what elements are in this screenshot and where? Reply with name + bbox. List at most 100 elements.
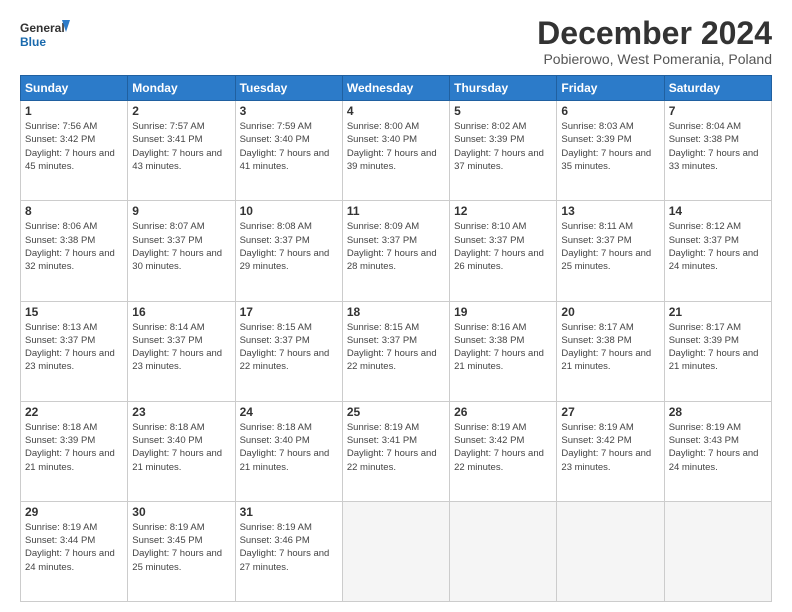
day-info: Sunrise: 8:19 AM Sunset: 3:45 PM Dayligh…	[132, 521, 230, 574]
day-number: 30	[132, 505, 230, 519]
day-number: 22	[25, 405, 123, 419]
calendar-cell: 7 Sunrise: 8:04 AM Sunset: 3:38 PM Dayli…	[664, 101, 771, 201]
day-info: Sunrise: 8:04 AM Sunset: 3:38 PM Dayligh…	[669, 120, 767, 173]
col-wednesday: Wednesday	[342, 76, 449, 101]
day-info: Sunrise: 8:11 AM Sunset: 3:37 PM Dayligh…	[561, 220, 659, 273]
day-number: 5	[454, 104, 552, 118]
logo: General Blue	[20, 16, 70, 54]
day-number: 11	[347, 204, 445, 218]
day-number: 1	[25, 104, 123, 118]
title-block: December 2024 Pobierowo, West Pomerania,…	[537, 16, 772, 67]
day-number: 15	[25, 305, 123, 319]
day-info: Sunrise: 7:56 AM Sunset: 3:42 PM Dayligh…	[25, 120, 123, 173]
calendar-cell: 1 Sunrise: 7:56 AM Sunset: 3:42 PM Dayli…	[21, 101, 128, 201]
calendar-cell: 17 Sunrise: 8:15 AM Sunset: 3:37 PM Dayl…	[235, 301, 342, 401]
day-number: 24	[240, 405, 338, 419]
day-info: Sunrise: 8:08 AM Sunset: 3:37 PM Dayligh…	[240, 220, 338, 273]
calendar-cell: 18 Sunrise: 8:15 AM Sunset: 3:37 PM Dayl…	[342, 301, 449, 401]
calendar-cell: 25 Sunrise: 8:19 AM Sunset: 3:41 PM Dayl…	[342, 401, 449, 501]
calendar-cell: 20 Sunrise: 8:17 AM Sunset: 3:38 PM Dayl…	[557, 301, 664, 401]
day-info: Sunrise: 8:18 AM Sunset: 3:40 PM Dayligh…	[132, 421, 230, 474]
day-number: 17	[240, 305, 338, 319]
day-number: 16	[132, 305, 230, 319]
calendar-week-5: 29 Sunrise: 8:19 AM Sunset: 3:44 PM Dayl…	[21, 501, 772, 601]
day-info: Sunrise: 8:19 AM Sunset: 3:42 PM Dayligh…	[454, 421, 552, 474]
day-number: 14	[669, 204, 767, 218]
day-info: Sunrise: 8:19 AM Sunset: 3:42 PM Dayligh…	[561, 421, 659, 474]
calendar-cell: 9 Sunrise: 8:07 AM Sunset: 3:37 PM Dayli…	[128, 201, 235, 301]
day-number: 7	[669, 104, 767, 118]
calendar-cell: 15 Sunrise: 8:13 AM Sunset: 3:37 PM Dayl…	[21, 301, 128, 401]
day-number: 26	[454, 405, 552, 419]
calendar-cell: 14 Sunrise: 8:12 AM Sunset: 3:37 PM Dayl…	[664, 201, 771, 301]
day-info: Sunrise: 8:02 AM Sunset: 3:39 PM Dayligh…	[454, 120, 552, 173]
day-info: Sunrise: 8:00 AM Sunset: 3:40 PM Dayligh…	[347, 120, 445, 173]
weekday-row: Sunday Monday Tuesday Wednesday Thursday…	[21, 76, 772, 101]
day-info: Sunrise: 8:13 AM Sunset: 3:37 PM Dayligh…	[25, 321, 123, 374]
day-info: Sunrise: 8:15 AM Sunset: 3:37 PM Dayligh…	[240, 321, 338, 374]
logo-svg: General Blue	[20, 16, 70, 54]
day-number: 8	[25, 204, 123, 218]
day-info: Sunrise: 8:15 AM Sunset: 3:37 PM Dayligh…	[347, 321, 445, 374]
calendar-cell	[664, 501, 771, 601]
svg-text:General: General	[20, 21, 65, 35]
svg-text:Blue: Blue	[20, 35, 46, 49]
day-info: Sunrise: 8:14 AM Sunset: 3:37 PM Dayligh…	[132, 321, 230, 374]
calendar-cell: 31 Sunrise: 8:19 AM Sunset: 3:46 PM Dayl…	[235, 501, 342, 601]
calendar-cell: 23 Sunrise: 8:18 AM Sunset: 3:40 PM Dayl…	[128, 401, 235, 501]
day-info: Sunrise: 8:10 AM Sunset: 3:37 PM Dayligh…	[454, 220, 552, 273]
calendar-week-3: 15 Sunrise: 8:13 AM Sunset: 3:37 PM Dayl…	[21, 301, 772, 401]
day-number: 25	[347, 405, 445, 419]
calendar-week-1: 1 Sunrise: 7:56 AM Sunset: 3:42 PM Dayli…	[21, 101, 772, 201]
col-tuesday: Tuesday	[235, 76, 342, 101]
calendar-cell: 21 Sunrise: 8:17 AM Sunset: 3:39 PM Dayl…	[664, 301, 771, 401]
day-number: 12	[454, 204, 552, 218]
calendar-body: 1 Sunrise: 7:56 AM Sunset: 3:42 PM Dayli…	[21, 101, 772, 602]
day-info: Sunrise: 8:16 AM Sunset: 3:38 PM Dayligh…	[454, 321, 552, 374]
day-number: 3	[240, 104, 338, 118]
day-info: Sunrise: 8:12 AM Sunset: 3:37 PM Dayligh…	[669, 220, 767, 273]
day-number: 2	[132, 104, 230, 118]
calendar-cell: 2 Sunrise: 7:57 AM Sunset: 3:41 PM Dayli…	[128, 101, 235, 201]
calendar-header: Sunday Monday Tuesday Wednesday Thursday…	[21, 76, 772, 101]
calendar-week-4: 22 Sunrise: 8:18 AM Sunset: 3:39 PM Dayl…	[21, 401, 772, 501]
col-thursday: Thursday	[450, 76, 557, 101]
calendar-cell	[557, 501, 664, 601]
calendar-cell	[450, 501, 557, 601]
page: General Blue December 2024 Pobierowo, We…	[0, 0, 792, 612]
day-number: 9	[132, 204, 230, 218]
day-info: Sunrise: 7:57 AM Sunset: 3:41 PM Dayligh…	[132, 120, 230, 173]
calendar-cell: 10 Sunrise: 8:08 AM Sunset: 3:37 PM Dayl…	[235, 201, 342, 301]
calendar-week-2: 8 Sunrise: 8:06 AM Sunset: 3:38 PM Dayli…	[21, 201, 772, 301]
col-sunday: Sunday	[21, 76, 128, 101]
calendar-table: Sunday Monday Tuesday Wednesday Thursday…	[20, 75, 772, 602]
day-number: 10	[240, 204, 338, 218]
day-number: 21	[669, 305, 767, 319]
day-number: 20	[561, 305, 659, 319]
day-number: 23	[132, 405, 230, 419]
day-info: Sunrise: 8:19 AM Sunset: 3:44 PM Dayligh…	[25, 521, 123, 574]
calendar-cell: 5 Sunrise: 8:02 AM Sunset: 3:39 PM Dayli…	[450, 101, 557, 201]
day-info: Sunrise: 7:59 AM Sunset: 3:40 PM Dayligh…	[240, 120, 338, 173]
day-info: Sunrise: 8:19 AM Sunset: 3:43 PM Dayligh…	[669, 421, 767, 474]
day-number: 18	[347, 305, 445, 319]
col-saturday: Saturday	[664, 76, 771, 101]
day-info: Sunrise: 8:18 AM Sunset: 3:40 PM Dayligh…	[240, 421, 338, 474]
day-info: Sunrise: 8:19 AM Sunset: 3:41 PM Dayligh…	[347, 421, 445, 474]
day-info: Sunrise: 8:07 AM Sunset: 3:37 PM Dayligh…	[132, 220, 230, 273]
col-monday: Monday	[128, 76, 235, 101]
calendar-cell: 24 Sunrise: 8:18 AM Sunset: 3:40 PM Dayl…	[235, 401, 342, 501]
day-info: Sunrise: 8:18 AM Sunset: 3:39 PM Dayligh…	[25, 421, 123, 474]
day-number: 13	[561, 204, 659, 218]
col-friday: Friday	[557, 76, 664, 101]
calendar-cell: 8 Sunrise: 8:06 AM Sunset: 3:38 PM Dayli…	[21, 201, 128, 301]
day-number: 27	[561, 405, 659, 419]
header: General Blue December 2024 Pobierowo, We…	[20, 16, 772, 67]
calendar-cell: 6 Sunrise: 8:03 AM Sunset: 3:39 PM Dayli…	[557, 101, 664, 201]
calendar-cell: 16 Sunrise: 8:14 AM Sunset: 3:37 PM Dayl…	[128, 301, 235, 401]
calendar-cell: 3 Sunrise: 7:59 AM Sunset: 3:40 PM Dayli…	[235, 101, 342, 201]
calendar-cell: 13 Sunrise: 8:11 AM Sunset: 3:37 PM Dayl…	[557, 201, 664, 301]
calendar-cell: 12 Sunrise: 8:10 AM Sunset: 3:37 PM Dayl…	[450, 201, 557, 301]
calendar-cell: 26 Sunrise: 8:19 AM Sunset: 3:42 PM Dayl…	[450, 401, 557, 501]
calendar-cell: 4 Sunrise: 8:00 AM Sunset: 3:40 PM Dayli…	[342, 101, 449, 201]
